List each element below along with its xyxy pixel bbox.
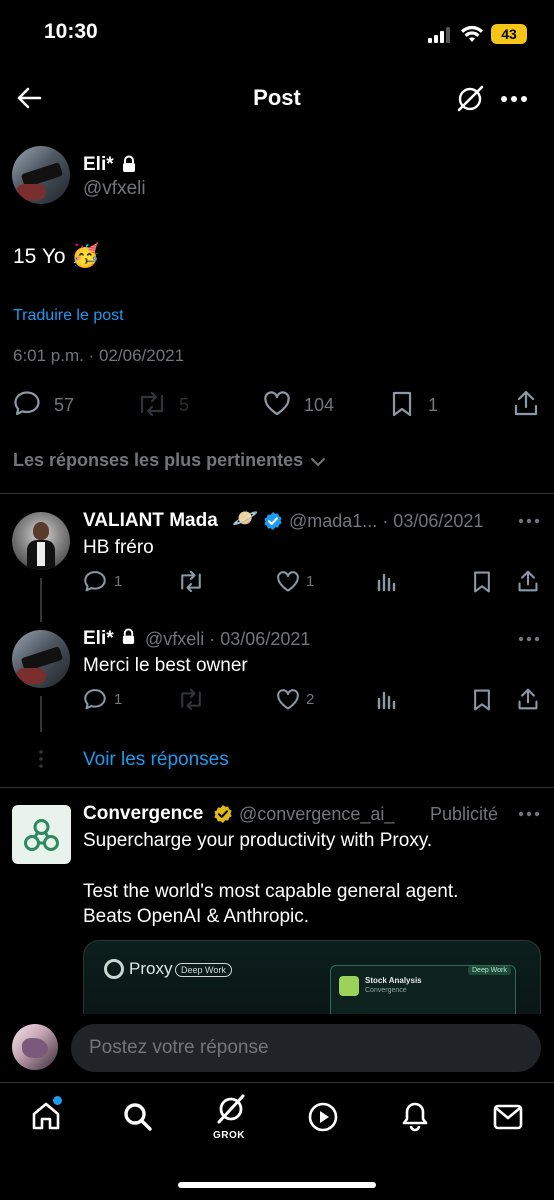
notification-dot — [53, 1096, 62, 1105]
search-tab-icon[interactable] — [122, 1101, 154, 1133]
reply-reply-icon[interactable] — [83, 570, 107, 592]
lock-icon — [121, 155, 137, 173]
reply-reply-count: 1 — [114, 691, 123, 708]
replies-sort-label: Les réponses les plus pertinentes — [13, 450, 304, 470]
grok-icon[interactable] — [455, 84, 485, 114]
status-time: 10:30 — [44, 20, 98, 43]
bookmark-count: 1 — [428, 395, 439, 415]
chevron-down-icon — [310, 457, 326, 467]
ad-avatar[interactable] — [12, 805, 71, 864]
wifi-icon — [460, 24, 484, 44]
reply-bookmark-icon[interactable] — [472, 688, 492, 712]
reply-author-name[interactable]: Eli* — [83, 628, 114, 650]
more-options-icon[interactable] — [500, 95, 528, 103]
reply-views-icon[interactable] — [376, 572, 396, 592]
reply-author-name[interactable]: VALIANT Mada — [83, 510, 218, 532]
post-timestamp: 6:01 p.m. · 02/06/2021 — [13, 346, 185, 365]
repost-count: 5 — [179, 395, 190, 415]
reply-icon[interactable] — [13, 390, 41, 416]
reply-like-icon[interactable] — [276, 689, 300, 711]
current-user-avatar[interactable] — [12, 1024, 58, 1070]
post-author-handle[interactable]: @vfxeli — [83, 178, 146, 200]
ad-card-badge: Deep Work — [175, 963, 232, 977]
reply-count: 57 — [54, 395, 75, 415]
reply-text: HB fréro — [83, 537, 154, 558]
thread-line — [40, 578, 42, 622]
reply-more-icon[interactable] — [518, 636, 540, 642]
planet-emoji-badge: 🪐 — [232, 507, 259, 530]
ad-card-panel-title: Stock Analysis — [365, 976, 422, 985]
translate-post-link[interactable]: Traduire le post — [13, 307, 124, 325]
ad-text-line1: Supercharge your productivity with Proxy… — [83, 830, 433, 851]
reply-input[interactable]: Postez votre réponse — [71, 1024, 541, 1072]
party-face-emoji: 🥳 — [71, 242, 101, 268]
battery-indicator: 43 — [491, 24, 527, 44]
section-divider — [0, 787, 554, 788]
thread-line — [40, 696, 42, 732]
video-tab-icon[interactable] — [307, 1101, 339, 1133]
replies-sort-dropdown[interactable]: Les réponses les plus pertinentes — [13, 450, 326, 471]
ad-card-panel-icon — [339, 976, 359, 996]
messages-tab-icon[interactable] — [492, 1103, 524, 1131]
ad-author-name[interactable]: Convergence — [83, 803, 203, 825]
reply-views-icon[interactable] — [376, 690, 396, 710]
verified-badge-icon — [263, 511, 283, 531]
post-text-body: 15 Yo — [13, 245, 66, 268]
like-count: 104 — [304, 395, 335, 415]
ad-more-icon[interactable] — [518, 811, 540, 817]
reply-avatar[interactable] — [12, 512, 70, 570]
reply-like-count: 1 — [306, 573, 315, 590]
ad-card-panel-badge: Deep Work — [468, 966, 511, 975]
ad-card-panel-subtitle: Convergence — [365, 987, 407, 994]
notifications-tab-icon[interactable] — [400, 1100, 430, 1132]
cellular-signal-icon — [428, 27, 454, 43]
reply-share-icon[interactable] — [517, 569, 539, 593]
reply-reply-count: 1 — [114, 573, 123, 590]
gold-verified-badge-icon — [213, 804, 233, 824]
lock-icon — [121, 628, 136, 645]
reply-share-icon[interactable] — [517, 687, 539, 711]
home-indicator — [178, 1182, 376, 1188]
post-author-name[interactable]: Eli* — [83, 154, 114, 176]
reply-meta: @mada1... · 03/06/2021 — [289, 511, 484, 531]
repost-icon[interactable] — [136, 392, 168, 416]
thread-dots-icon — [39, 750, 43, 768]
reply-bookmark-icon[interactable] — [472, 570, 492, 594]
see-replies-link[interactable]: Voir les réponses — [83, 749, 229, 771]
reply-reply-icon[interactable] — [83, 688, 107, 710]
reply-like-count: 2 — [306, 691, 315, 708]
reply-more-icon[interactable] — [518, 518, 540, 524]
reply-repost-icon[interactable] — [177, 689, 205, 710]
reply-avatar[interactable] — [12, 630, 70, 688]
ad-media-card[interactable]: Proxy Deep Work Stock Analysis Convergen… — [83, 940, 541, 1014]
grok-tab-icon[interactable] — [213, 1094, 249, 1126]
like-icon[interactable] — [263, 391, 291, 417]
ad-handle: @convergence_ai_ — [239, 804, 395, 824]
reply-repost-icon[interactable] — [177, 571, 205, 592]
ad-text-line2: Test the world's most capable general ag… — [83, 881, 459, 902]
grok-tab-label: GROK — [213, 1130, 245, 1141]
sponsored-label: Publicité — [430, 804, 499, 824]
post-text: 15 Yo 🥳 — [13, 242, 100, 269]
reply-meta: @vfxeli · 03/06/2021 — [145, 629, 311, 649]
ad-text-line3: Beats OpenAI & Anthropic. — [83, 906, 310, 927]
bookmark-icon[interactable] — [391, 390, 413, 418]
share-icon[interactable] — [513, 389, 539, 417]
ad-card-brand: Proxy — [129, 959, 173, 978]
proxy-logo-icon — [104, 959, 124, 979]
post-author-avatar[interactable] — [12, 146, 70, 204]
reply-like-icon[interactable] — [276, 571, 300, 593]
section-divider — [0, 493, 554, 494]
reply-text: Merci le best owner — [83, 655, 248, 676]
